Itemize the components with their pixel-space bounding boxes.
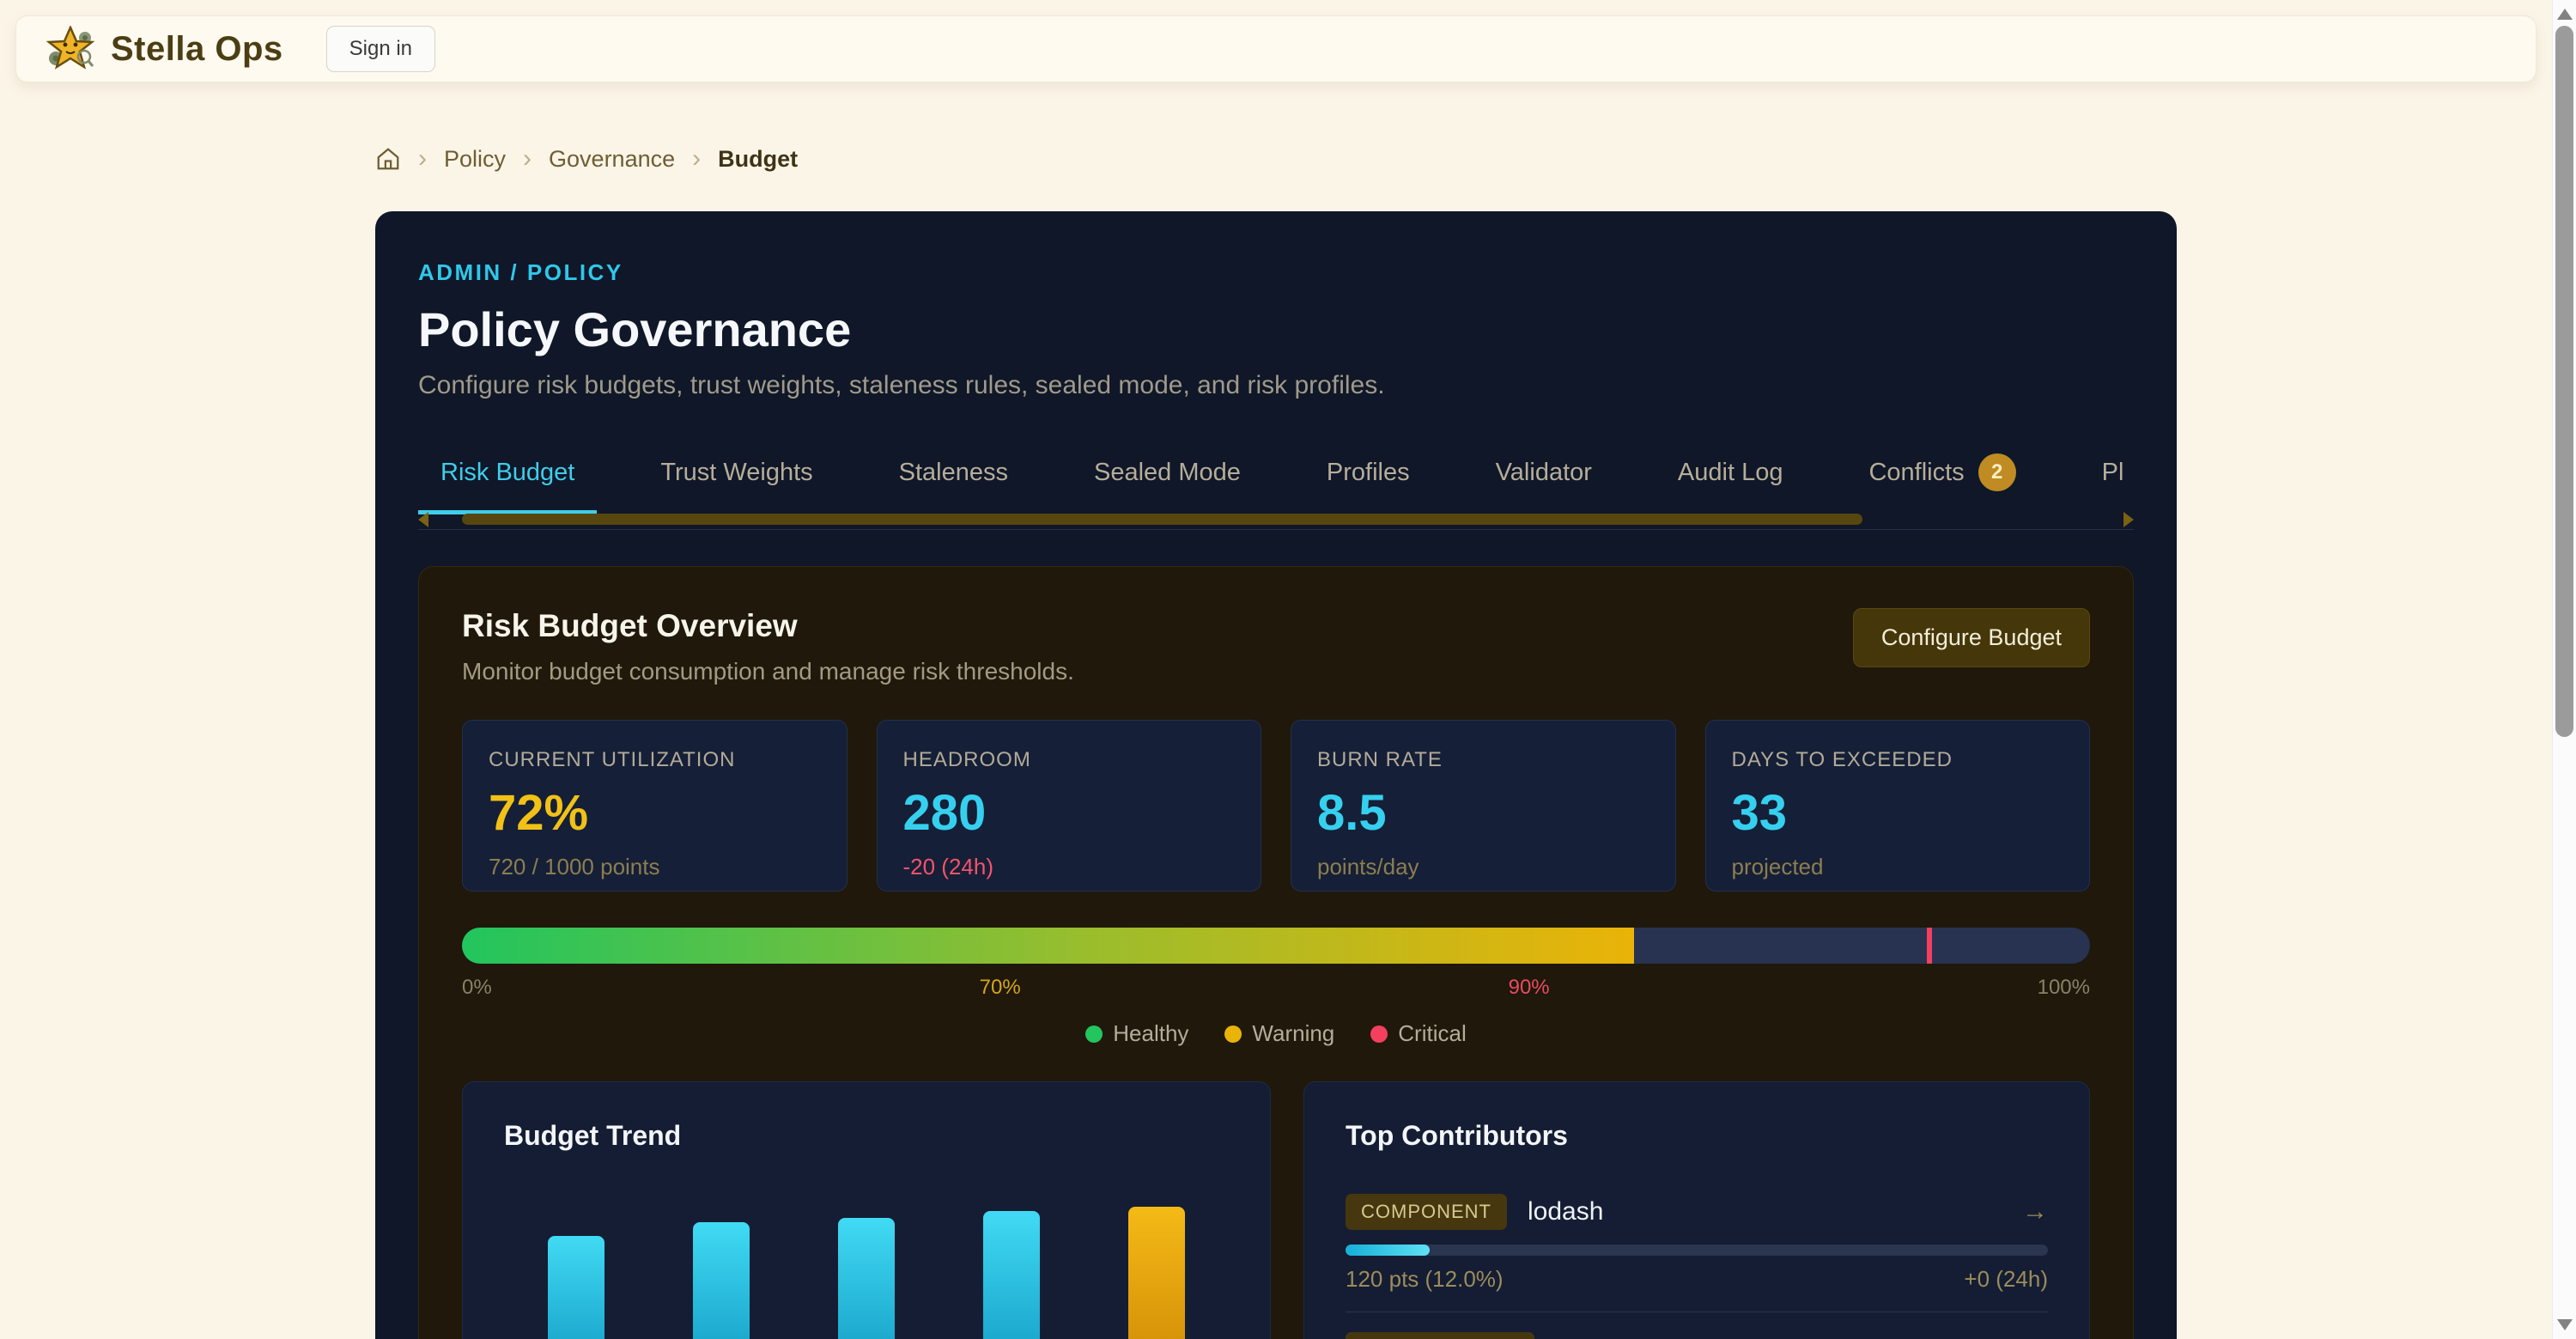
stat-sub: -20 (24h)	[903, 854, 1236, 880]
stat-burn-rate: BURN RATE 8.5 points/day	[1291, 720, 1676, 892]
tab-staleness[interactable]: Staleness	[877, 441, 1030, 514]
stat-sub: 720 / 1000 points	[489, 854, 821, 880]
budget-trend-title: Budget Trend	[504, 1120, 1229, 1152]
tab-horizontal-scrollbar[interactable]	[418, 516, 2134, 530]
scroll-up-arrow-icon[interactable]	[2557, 9, 2573, 20]
budget-trend-card: Budget Trend 12/1 12/8 12/15 1	[462, 1081, 1271, 1339]
sign-in-button[interactable]: Sign in	[326, 26, 435, 72]
top-contributors-card: Top Contributors COMPONENT lodash →	[1303, 1081, 2090, 1339]
policy-governance-panel: ADMIN / POLICY Policy Governance Configu…	[375, 211, 2177, 1339]
browser-vertical-scrollbar[interactable]	[2552, 0, 2576, 1339]
stat-tiles-row: CURRENT UTILIZATION 72% 720 / 1000 point…	[462, 720, 2090, 892]
budget-trend-chart	[504, 1152, 1229, 1339]
breadcrumb-separator: ›	[692, 144, 701, 173]
breadcrumb-current-budget: Budget	[718, 146, 798, 173]
tab-audit-log[interactable]: Audit Log	[1656, 441, 1806, 514]
breadcrumb: › Policy › Governance › Budget	[375, 144, 2177, 173]
threshold-label-90: 90%	[1509, 976, 1550, 1000]
stat-label: CURRENT UTILIZATION	[489, 748, 821, 772]
tab-scrollbar-thumb[interactable]	[462, 514, 1862, 525]
contribution-points: 120 pts (12.0%)	[1346, 1266, 1504, 1293]
tab-profiles[interactable]: Profiles	[1304, 441, 1432, 514]
threshold-label-100: 100%	[2038, 976, 2090, 1000]
critical-dot-icon	[1370, 1026, 1388, 1043]
risk-budget-overview-card: Risk Budget Overview Monitor budget cons…	[418, 566, 2134, 1339]
type-badge: VULNERABILITY	[1346, 1332, 1534, 1339]
threshold-label-70: 70%	[980, 976, 1021, 1000]
tab-risk-budget[interactable]: Risk Budget	[418, 441, 597, 514]
configure-budget-button[interactable]: Configure Budget	[1853, 608, 2090, 667]
tab-validator[interactable]: Validator	[1473, 441, 1614, 514]
stat-value: 8.5	[1317, 784, 1649, 842]
stat-value: 280	[903, 784, 1236, 842]
contributor-name: CVE-2024-1234	[1555, 1336, 1740, 1339]
legend-healthy: Healthy	[1085, 1020, 1188, 1047]
vertical-scrollbar-thumb[interactable]	[2555, 26, 2573, 737]
contribution-delta: +0 (24h)	[1964, 1266, 2048, 1293]
home-icon[interactable]	[375, 146, 401, 172]
stella-ops-logo-icon	[46, 26, 95, 72]
tab-clipped[interactable]: Pl	[2080, 441, 2134, 514]
tab-sealed-mode[interactable]: Sealed Mode	[1072, 441, 1263, 514]
brand[interactable]: Stella Ops	[46, 26, 283, 72]
stat-sub: points/day	[1317, 854, 1649, 880]
top-navigation-bar: Stella Ops Sign in	[15, 15, 2537, 82]
threshold-label-0: 0%	[462, 976, 492, 1000]
contributor-row[interactable]: VULNERABILITY CVE-2024-1234 ↑ 95 pts (9.…	[1346, 1331, 2048, 1339]
stat-days-to-exceeded: DAYS TO EXCEEDED 33 projected	[1705, 720, 2091, 892]
conflicts-count-badge: 2	[1978, 453, 2016, 491]
scroll-down-arrow-icon[interactable]	[2557, 1319, 2573, 1330]
contributor-row[interactable]: COMPONENT lodash → 120 pts (12.0%) +0 (2…	[1346, 1193, 2048, 1293]
scroll-right-arrow-icon[interactable]	[2123, 512, 2134, 527]
tab-conflicts[interactable]: Conflicts 2	[1846, 441, 2038, 514]
status-legend: Healthy Warning Critical	[462, 1020, 2090, 1047]
warning-dot-icon	[1224, 1026, 1242, 1043]
trend-bar	[1128, 1207, 1185, 1339]
section-eyebrow: ADMIN / POLICY	[418, 259, 2134, 286]
overview-subtitle: Monitor budget consumption and manage ri…	[462, 658, 1074, 685]
legend-warning: Warning	[1224, 1020, 1334, 1047]
contribution-bar-track	[1346, 1245, 2048, 1256]
stat-sub: projected	[1732, 854, 2064, 880]
threshold-labels: 0% 70% 90% 100%	[462, 976, 2090, 1000]
trend-bar	[548, 1236, 605, 1339]
trend-bar	[838, 1218, 895, 1339]
overview-title: Risk Budget Overview	[462, 608, 1074, 644]
utilization-bar-fill	[462, 928, 1634, 964]
utilization-bar-track	[462, 928, 2090, 964]
breadcrumb-separator: ›	[523, 144, 532, 173]
contribution-bar-fill	[1346, 1245, 1430, 1256]
trend-arrow-icon: →	[2022, 1197, 2048, 1226]
stat-value: 72%	[489, 784, 821, 842]
top-contributors-title: Top Contributors	[1346, 1120, 2048, 1152]
stat-value: 33	[1732, 784, 2064, 842]
scroll-left-arrow-icon[interactable]	[418, 512, 428, 527]
trend-bar	[693, 1222, 750, 1339]
breadcrumb-link-policy[interactable]: Policy	[444, 146, 506, 173]
page-title: Policy Governance	[418, 301, 2134, 357]
tab-trust-weights[interactable]: Trust Weights	[638, 441, 835, 514]
healthy-dot-icon	[1085, 1026, 1103, 1043]
stat-current-utilization: CURRENT UTILIZATION 72% 720 / 1000 point…	[462, 720, 848, 892]
trend-bar	[983, 1211, 1040, 1339]
stat-label: BURN RATE	[1317, 748, 1649, 772]
critical-threshold-marker	[1927, 928, 1932, 964]
page-subtitle: Configure risk budgets, trust weights, s…	[418, 371, 2134, 400]
page-body: › Policy › Governance › Budget ADMIN / P…	[0, 82, 2552, 1339]
tab-scrollbar-track[interactable]	[437, 514, 2123, 525]
tab-bar: Risk Budget Trust Weights Staleness Seal…	[418, 441, 2134, 514]
breadcrumb-separator: ›	[418, 144, 427, 173]
legend-critical: Critical	[1370, 1020, 1466, 1047]
stat-label: HEADROOM	[903, 748, 1236, 772]
type-badge: COMPONENT	[1346, 1194, 1507, 1230]
utilization-bar-section: 0% 70% 90% 100% Healthy Warning	[462, 928, 2090, 1047]
stat-label: DAYS TO EXCEEDED	[1732, 748, 2064, 772]
trend-arrow-icon: ↑	[2035, 1336, 2048, 1339]
contributor-name: lodash	[1528, 1197, 1603, 1226]
brand-name: Stella Ops	[111, 30, 283, 69]
breadcrumb-link-governance[interactable]: Governance	[549, 146, 675, 173]
stat-headroom: HEADROOM 280 -20 (24h)	[877, 720, 1262, 892]
